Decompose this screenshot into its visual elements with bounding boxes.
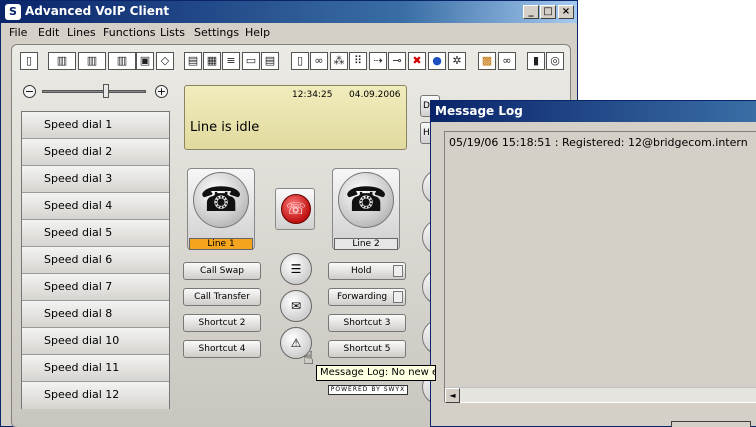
display-date: 04.09.2006 (349, 90, 401, 100)
delete-icon[interactable]: ✖ (408, 52, 426, 70)
message-log-list[interactable]: 05/19/06 15:18:51 : Registered: 12@bridg… (444, 131, 756, 403)
scroll-left-icon[interactable]: ◄ (445, 388, 460, 403)
present-icon[interactable]: ▩ (478, 52, 496, 70)
message-log-button[interactable] (671, 421, 751, 427)
phone-handset-icon: ☎ (338, 172, 394, 228)
eraser-icon[interactable]: ◇ (156, 52, 174, 70)
list-view-icon[interactable]: ▦ (203, 52, 221, 70)
speed-dial-6[interactable]: Speed dial 6 (22, 247, 169, 274)
hand-cursor-icon: ☝ (303, 348, 314, 369)
info-icon[interactable]: ● (428, 52, 446, 70)
menu-lists[interactable]: Lists (160, 26, 185, 39)
menu-lines[interactable]: Lines (67, 26, 96, 39)
tile-view-icon[interactable]: ▤ (261, 52, 279, 70)
speed-dial-1[interactable]: Speed dial 1 (22, 112, 169, 139)
speaker-icon[interactable]: ◎ (546, 52, 564, 70)
hold-toggle (393, 265, 403, 277)
menu-settings[interactable]: Settings (194, 26, 239, 39)
connect-icon[interactable]: ⊸ (388, 52, 406, 70)
voicemail-icon[interactable]: ✉ (280, 290, 312, 322)
volume-up-icon[interactable]: + (155, 85, 168, 98)
powered-by-badge: POWERED BY SWYX (328, 385, 408, 395)
speed-dial-4[interactable]: Speed dial 4 (22, 193, 169, 220)
settings-icon[interactable]: ✲ (448, 52, 466, 70)
menu-bar: File Edit Lines Functions Lists Settings… (1, 23, 577, 42)
transfer-icon[interactable]: ⁂ (330, 52, 348, 70)
title-bar: S Advanced VoIP Client _ □ × (1, 1, 577, 23)
menu-edit[interactable]: Edit (38, 26, 59, 39)
log-entry: 05/19/06 15:18:51 : Registered: 12@bridg… (449, 136, 748, 149)
call-list-icon[interactable]: ☰ (280, 253, 312, 285)
line-select-2-icon[interactable]: ▥ (78, 52, 106, 70)
speed-dial-7[interactable]: Speed dial 7 (22, 274, 169, 301)
display-status: Line is idle (190, 120, 260, 135)
speed-dial-panel: Speed dial 1 Speed dial 2 Speed dial 3 S… (21, 111, 170, 409)
status-display: 12:34:25 04.09.2006 Line is idle (184, 85, 407, 150)
note-icon[interactable]: ▯ (291, 52, 309, 70)
phone-book-icon[interactable]: ▯ (20, 52, 38, 70)
minimize-button[interactable]: _ (523, 5, 539, 19)
line-2-label: Line 2 (334, 238, 398, 250)
pickup-icon[interactable]: ∞ (498, 52, 516, 70)
speed-dial-3[interactable]: Speed dial 3 (22, 166, 169, 193)
forwarding-toggle (393, 291, 403, 303)
hold-button[interactable]: Hold (328, 262, 406, 280)
phone-handset-icon: ☎ (193, 172, 249, 228)
contact-card-icon[interactable]: ▣ (136, 52, 154, 70)
line-select-3-icon[interactable]: ▥ (108, 52, 136, 70)
window-title: Advanced VoIP Client (25, 4, 170, 18)
line-select-icon[interactable]: ▥ (48, 52, 76, 70)
horizontal-scrollbar[interactable]: ◄ (445, 387, 756, 403)
message-log-tooltip: Message Log: No new e (316, 365, 436, 381)
speed-dial-5[interactable]: Speed dial 5 (22, 220, 169, 247)
shortcut-3-button[interactable]: Shortcut 3 (328, 314, 406, 332)
message-log-title: Message Log (435, 104, 523, 118)
app-icon: S (5, 4, 21, 20)
menu-functions[interactable]: Functions (103, 26, 156, 39)
line-1-label: Line 1 (189, 238, 253, 250)
message-log-title-bar: Message Log (431, 101, 756, 122)
forwarding-label: Forwarding (337, 292, 388, 302)
speed-dial-8[interactable]: Speed dial 8 (22, 301, 169, 328)
forwarding-button[interactable]: Forwarding (328, 288, 406, 306)
hangup-panel: ☏ (275, 188, 315, 230)
card-view-icon[interactable]: ▭ (242, 52, 260, 70)
shortcut-4-button[interactable]: Shortcut 4 (183, 340, 261, 358)
maximize-button[interactable]: □ (540, 5, 556, 19)
menu-file[interactable]: File (9, 26, 27, 39)
call-transfer-button[interactable]: Call Transfer (183, 288, 261, 306)
volume-down-icon[interactable]: − (23, 85, 36, 98)
forward-icon[interactable]: ⇢ (369, 52, 387, 70)
line-1-button[interactable]: ☎ Line 1 (187, 168, 255, 250)
volume-slider-thumb[interactable] (103, 84, 109, 98)
window-icon[interactable]: ▤ (184, 52, 202, 70)
line-2-button[interactable]: ☎ Line 2 (332, 168, 400, 250)
menu-help[interactable]: Help (245, 26, 270, 39)
speed-dial-11[interactable]: Speed dial 11 (22, 355, 169, 382)
volume-slider-track[interactable] (42, 90, 146, 93)
speed-dial-2[interactable]: Speed dial 2 (22, 139, 169, 166)
call-swap-button[interactable]: Call Swap (183, 262, 261, 280)
dialpad-icon[interactable]: ⠿ (349, 52, 367, 70)
message-log-window: Message Log 05/19/06 15:18:51 : Register… (430, 100, 756, 427)
shortcut-5-button[interactable]: Shortcut 5 (328, 340, 406, 358)
display-time: 12:34:25 (292, 90, 333, 100)
speed-dial-12[interactable]: Speed dial 12 (22, 382, 169, 409)
conference-icon[interactable]: ∞ (310, 52, 328, 70)
close-button[interactable]: × (558, 5, 574, 19)
hangup-button[interactable]: ☏ (281, 194, 311, 224)
detail-view-icon[interactable]: ≡ (222, 52, 240, 70)
speed-dial-10[interactable]: Speed dial 10 (22, 328, 169, 355)
microphone-icon[interactable]: ▮ (527, 52, 545, 70)
hold-label: Hold (351, 266, 372, 276)
shortcut-2-button[interactable]: Shortcut 2 (183, 314, 261, 332)
